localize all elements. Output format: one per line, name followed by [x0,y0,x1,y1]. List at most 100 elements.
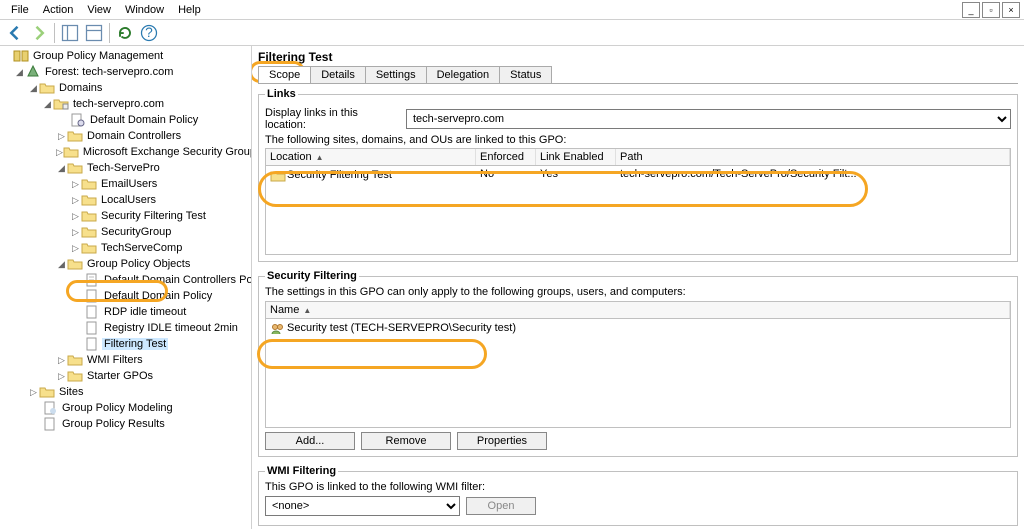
forest-icon [25,64,41,80]
menu-file[interactable]: File [4,2,36,18]
col-location[interactable]: Location▲ [266,149,476,165]
tree-security-filtering-test[interactable]: ▷ Security Filtering Test [0,208,251,224]
add-button[interactable]: Add... [265,432,355,450]
details-pane: Filtering Test Scope Details Settings De… [252,46,1024,529]
tab-scope[interactable]: Scope [258,66,311,83]
folder-icon [39,80,55,96]
tab-details[interactable]: Details [310,66,366,83]
gpmc-icon [13,48,29,64]
restore-button[interactable]: ▫ [982,2,1000,18]
links-location-select[interactable]: tech-servepro.com [406,109,1011,129]
ou-icon [81,208,97,224]
minimize-button[interactable]: _ [962,2,980,18]
ou-icon [67,160,83,176]
links-list[interactable]: Security Filtering Test No Yes tech-serv… [265,165,1011,255]
close-button[interactable]: × [1002,2,1020,18]
ou-icon [81,176,97,192]
forward-button[interactable] [28,22,50,44]
tree-domains[interactable]: ◢ Domains [0,80,251,96]
tab-status[interactable]: Status [499,66,552,83]
tree-gpo-container[interactable]: ◢ Group Policy Objects [0,256,251,272]
tab-settings[interactable]: Settings [365,66,427,83]
page-title: Filtering Test [258,50,1018,64]
tab-strip: Scope Details Settings Delegation Status [258,66,1018,84]
security-filtering-legend: Security Filtering [265,270,359,282]
ou-icon [81,240,97,256]
tree-exchange-groups[interactable]: ▷ Microsoft Exchange Security Groups [0,144,251,160]
ou-icon [270,168,284,182]
toolbar: ? [0,20,1024,46]
group-icon [270,321,284,335]
links-list-header: Location▲ Enforced Link Enabled Path [265,148,1011,165]
navigation-tree[interactable]: Group Policy Management ◢ Forest: tech-s… [0,46,252,529]
folder-icon [67,368,83,384]
tree-domain[interactable]: ◢ tech-servepro.com [0,96,251,112]
tree-gpo-rdp[interactable]: RDP idle timeout [0,304,251,320]
gpo-link-icon [70,112,86,128]
menu-help[interactable]: Help [171,2,208,18]
tree-default-domain-policy[interactable]: Default Domain Policy [0,112,251,128]
col-path[interactable]: Path [616,149,1010,165]
tree-localusers[interactable]: ▷ LocalUsers [0,192,251,208]
folder-icon [67,256,83,272]
tree-root[interactable]: Group Policy Management [0,48,251,64]
tree-gpo-ddcp[interactable]: Default Domain Controllers Policy [0,272,251,288]
wmi-legend: WMI Filtering [265,465,338,477]
remove-button[interactable]: Remove [361,432,451,450]
details-button[interactable] [83,22,105,44]
links-group: Links Display links in this location: te… [258,88,1018,262]
menu-bar: File Action View Window Help _ ▫ × [0,0,1024,20]
properties-button[interactable]: Properties [457,432,547,450]
ou-icon [81,224,97,240]
col-link-enabled[interactable]: Link Enabled [536,149,616,165]
folder-icon [39,384,55,400]
tree-gpo-ddp[interactable]: Default Domain Policy [0,288,251,304]
security-filtering-group: Security Filtering The settings in this … [258,270,1018,457]
open-button: Open [466,497,536,515]
back-button[interactable] [4,22,26,44]
tree-forest[interactable]: ◢ Forest: tech-servepro.com [0,64,251,80]
help-button[interactable]: ? [138,22,160,44]
menu-window[interactable]: Window [118,2,171,18]
svg-text:?: ? [145,24,153,39]
window-buttons: _ ▫ × [960,2,1020,18]
wmi-filter-select[interactable]: <none> [265,496,460,516]
security-filtering-hint: The settings in this GPO can only apply … [265,286,1011,298]
tree-securitygroup[interactable]: ▷ SecurityGroup [0,224,251,240]
links-row[interactable]: Security Filtering Test No Yes tech-serv… [266,166,1010,184]
gpo-icon [84,320,100,336]
tree-gp-results[interactable]: Group Policy Results [0,416,251,432]
menu-action[interactable]: Action [36,2,81,18]
secfilt-list[interactable]: Security test (TECH-SERVEPRO\Security te… [265,318,1011,428]
links-hint: The following sites, domains, and OUs ar… [265,134,1011,146]
col-name[interactable]: Name▲ [266,302,1010,318]
tree-wmi-filters[interactable]: ▷ WMI Filters [0,352,251,368]
report-icon [42,400,58,416]
wmi-hint: This GPO is linked to the following WMI … [265,481,1011,493]
col-enforced[interactable]: Enforced [476,149,536,165]
tree-gpo-filtering-test[interactable]: Filtering Test [0,336,251,352]
ou-icon [63,144,79,160]
domain-icon [53,96,69,112]
tree-sites[interactable]: ▷ Sites [0,384,251,400]
ou-icon [81,192,97,208]
tree-starter-gpos[interactable]: ▷ Starter GPOs [0,368,251,384]
gpo-icon [84,272,100,288]
secfilt-list-header: Name▲ [265,301,1011,318]
wmi-filtering-group: WMI Filtering This GPO is linked to the … [258,465,1018,526]
tree-gp-modeling[interactable]: Group Policy Modeling [0,400,251,416]
gpo-icon [84,336,100,352]
links-legend: Links [265,88,298,100]
refresh-button[interactable] [114,22,136,44]
tree-gpo-registry[interactable]: Registry IDLE timeout 2min [0,320,251,336]
menu-view[interactable]: View [80,2,118,18]
secfilt-row[interactable]: Security test (TECH-SERVEPRO\Security te… [266,319,1010,337]
tree-emailusers[interactable]: ▷ EmailUsers [0,176,251,192]
gpo-icon [84,288,100,304]
show-hide-tree-button[interactable] [59,22,81,44]
tree-domain-controllers[interactable]: ▷ Domain Controllers [0,128,251,144]
tab-delegation[interactable]: Delegation [426,66,501,83]
ou-icon [67,128,83,144]
tree-tech-servepro[interactable]: ◢ Tech-ServePro [0,160,251,176]
tree-techservecomp[interactable]: ▷ TechServeComp [0,240,251,256]
